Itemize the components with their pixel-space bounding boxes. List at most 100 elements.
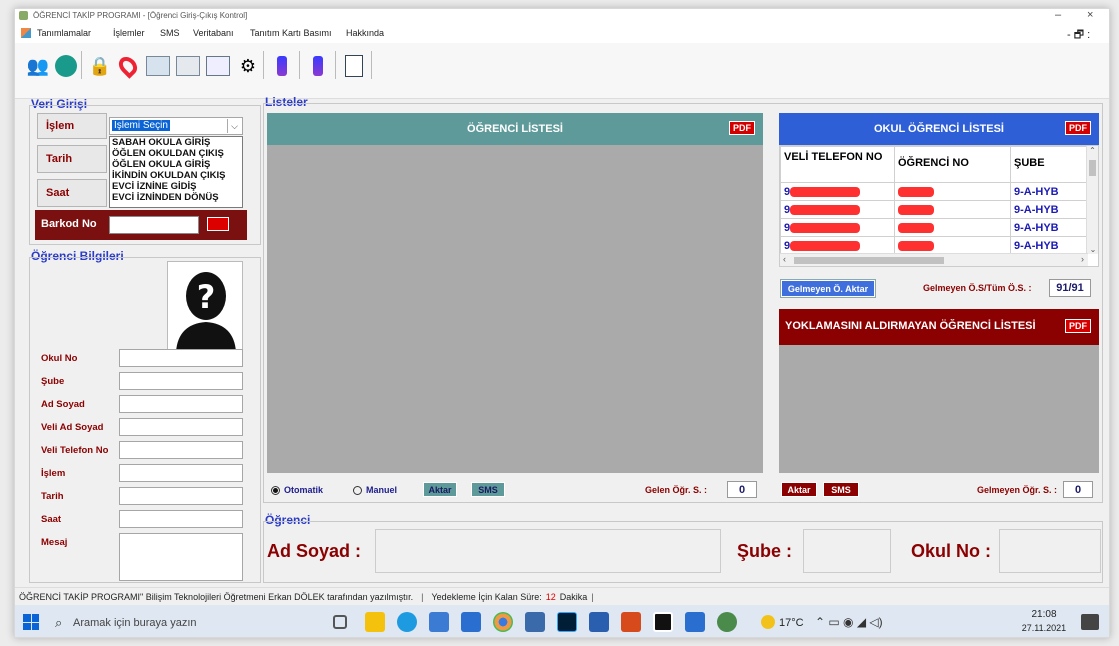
yoklama-grid[interactable] xyxy=(779,345,1099,473)
field-input[interactable] xyxy=(119,464,243,482)
dropdown-option[interactable]: ÖĞLEN OKULDAN ÇIKIŞ xyxy=(112,148,242,159)
menu-sms[interactable]: SMS xyxy=(160,28,180,38)
toolbar: 👥 🔒 ⚙ xyxy=(15,43,1109,99)
app-icon[interactable] xyxy=(621,612,641,632)
status-bar: ÖĞRENCİ TAKİP PROGRAMI" Bilişim Teknoloj… xyxy=(15,587,1109,605)
field-input[interactable] xyxy=(119,349,243,367)
field-input[interactable] xyxy=(119,533,243,581)
veli-telefon-cell: 9 xyxy=(780,182,895,201)
mail-icon[interactable] xyxy=(461,612,481,632)
yoklama-aktar-button[interactable]: Aktar xyxy=(781,482,817,497)
table-row[interactable]: 9 9-A-HYB xyxy=(780,236,1088,255)
aktar-button[interactable]: Aktar xyxy=(423,482,457,497)
tray-icons[interactable]: ⌃ ▭ ◉ ◢ ◁) xyxy=(815,615,883,629)
menu-hakkinda[interactable]: Hakkında xyxy=(346,28,384,38)
table-row[interactable]: 9 9-A-HYB xyxy=(780,182,1088,201)
clock-time[interactable]: 21:08 xyxy=(1021,609,1067,620)
radio-checked-icon xyxy=(271,485,280,495)
import-icon[interactable] xyxy=(305,53,331,79)
ogrenci-takip-app-icon[interactable] xyxy=(653,612,673,632)
islem-dropdown-list: SABAH OKULA GİRİŞ ÖĞLEN OKULDAN ÇIKIŞ ÖĞ… xyxy=(109,136,243,208)
lock-icon[interactable]: 🔒 xyxy=(87,53,113,79)
search-icon[interactable]: ⌕ xyxy=(55,615,62,631)
clock-date[interactable]: 27.11.2021 xyxy=(1015,623,1073,633)
notepad-icon[interactable] xyxy=(589,612,609,632)
table-row[interactable]: 9 9-A-HYB xyxy=(780,200,1088,219)
app-icon[interactable] xyxy=(717,612,737,632)
manuel-label: Manuel xyxy=(366,485,398,495)
column-header[interactable]: ÖĞRENCİ NO xyxy=(894,146,1011,183)
export-icon[interactable] xyxy=(269,53,295,79)
image-icon[interactable] xyxy=(175,53,201,79)
sms-button[interactable]: SMS xyxy=(471,482,505,497)
photos-icon[interactable] xyxy=(685,612,705,632)
task-view-icon[interactable] xyxy=(333,615,347,629)
windows-start-icon[interactable] xyxy=(23,614,39,630)
id-card-icon[interactable] xyxy=(205,53,231,79)
database-icon[interactable] xyxy=(53,53,79,79)
field-input[interactable] xyxy=(119,510,243,528)
manuel-radio[interactable]: Manuel xyxy=(353,485,397,495)
column-header[interactable]: ŞUBE xyxy=(1010,146,1088,183)
dropdown-option[interactable]: EVCİ İZNİNE GİDİŞ xyxy=(112,181,242,192)
pdf-export-button[interactable]: PDF xyxy=(1065,121,1091,135)
taskbar-search[interactable]: Aramak için buraya yazın xyxy=(73,617,197,629)
dropdown-option[interactable]: EVCİ İZNİNDEN DÖNÜŞ xyxy=(112,192,242,203)
status-separator: | xyxy=(591,591,594,602)
field-input[interactable] xyxy=(119,372,243,390)
redacted-phone xyxy=(790,186,861,197)
minimize-button[interactable]: – xyxy=(1055,9,1061,21)
pdf-export-button[interactable]: PDF xyxy=(729,121,755,135)
users-icon[interactable]: 👥 xyxy=(25,53,51,79)
location-icon[interactable] xyxy=(115,53,141,79)
vertical-scrollbar[interactable]: ⌃ ⌄ xyxy=(1086,146,1098,254)
ogrenci-no-cell xyxy=(894,182,1011,201)
field-input[interactable] xyxy=(119,441,243,459)
ad-soyad-label: Ad Soyad : xyxy=(267,541,362,561)
photoshop-icon[interactable] xyxy=(557,612,577,632)
scrollbar-thumb[interactable] xyxy=(794,257,944,264)
close-button[interactable]: × xyxy=(1087,9,1093,21)
redacted-student-no xyxy=(898,204,934,215)
edge-icon[interactable] xyxy=(397,612,417,632)
menu-tanimlamalar[interactable]: Tanımlamalar xyxy=(37,28,91,38)
chevron-down-icon[interactable]: ⌵ xyxy=(227,119,241,133)
dropdown-option[interactable]: ÖĞLEN OKULA GİRİŞ xyxy=(112,159,242,170)
redacted-phone xyxy=(790,222,861,233)
ogrenci-listesi-grid[interactable] xyxy=(267,145,763,473)
menu-veritabani[interactable]: Veritabanı xyxy=(193,28,234,38)
ratio-value: 91/91 xyxy=(1049,279,1091,297)
report-icon[interactable] xyxy=(145,53,171,79)
field-input[interactable] xyxy=(119,487,243,505)
dropdown-option[interactable]: İKİNDİN OKULDAN ÇIKIŞ xyxy=(112,170,242,181)
barkod-input[interactable] xyxy=(109,216,199,234)
gelmeyen-aktar-button[interactable]: Gelmeyen Ö. Aktar xyxy=(780,279,876,298)
camera-icon[interactable] xyxy=(525,612,545,632)
table-row[interactable]: 9 9-A-HYB xyxy=(780,218,1088,237)
redacted-phone xyxy=(790,240,861,251)
okul-listesi-title: OKUL ÖĞRENCİ LİSTESİ xyxy=(874,123,1004,135)
chrome-icon[interactable] xyxy=(493,612,513,632)
barkod-search-button[interactable]: Ara xyxy=(207,217,229,231)
file-explorer-icon[interactable] xyxy=(365,612,385,632)
dropdown-option[interactable]: SABAH OKULA GİRİŞ xyxy=(112,137,242,148)
field-label: Saat xyxy=(41,514,62,525)
okul-listesi-grid[interactable]: VELİ TELEFON NO ÖĞRENCİ NO ŞUBE 9 9-A-HYB… xyxy=(779,145,1099,267)
field-input[interactable] xyxy=(119,418,243,436)
islem-select[interactable]: İşlemi Seçin ⌵ xyxy=(109,117,243,135)
store-icon[interactable] xyxy=(429,612,449,632)
field-input[interactable] xyxy=(119,395,243,413)
list-icon[interactable] xyxy=(341,53,367,79)
menu-islemler[interactable]: İşlemler xyxy=(113,28,145,38)
scrollbar-thumb[interactable] xyxy=(1089,160,1096,176)
settings-icon[interactable]: ⚙ xyxy=(235,53,261,79)
yoklama-sms-button[interactable]: SMS xyxy=(823,482,859,497)
pdf-export-button[interactable]: PDF xyxy=(1065,319,1091,333)
toolbar-separator xyxy=(81,51,82,79)
horizontal-scrollbar[interactable]: ‹ › xyxy=(780,253,1088,266)
menu-tanitim-karti[interactable]: Tanıtım Kartı Basımı xyxy=(250,28,332,38)
menu-bar: Tanımlamalar İşlemler SMS Veritabanı Tan… xyxy=(15,25,1109,43)
otomatik-radio[interactable]: Otomatik xyxy=(271,485,323,495)
column-header[interactable]: VELİ TELEFON NO xyxy=(780,146,895,183)
notification-icon[interactable] xyxy=(1081,614,1099,630)
